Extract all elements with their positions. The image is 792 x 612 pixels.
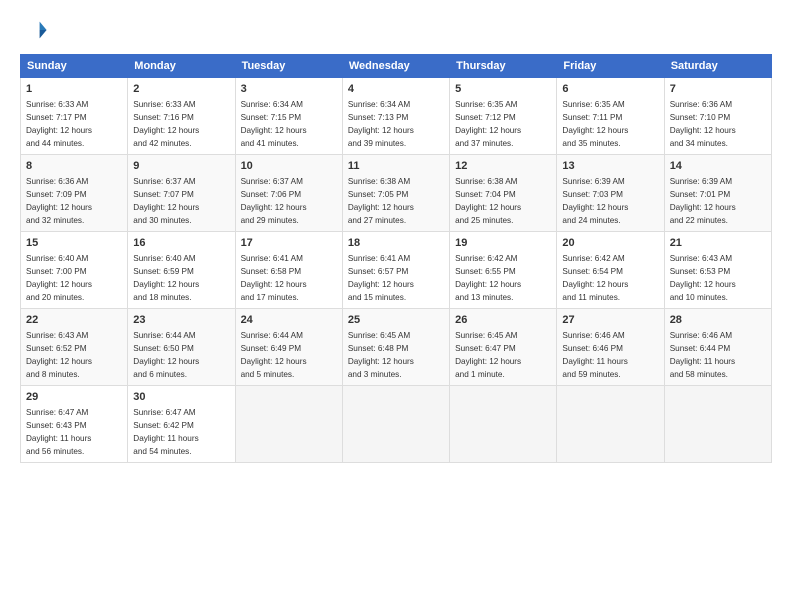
day-21: 21Sunrise: 6:43 AMSunset: 6:53 PMDayligh…: [664, 231, 771, 308]
day-27: 27Sunrise: 6:46 AMSunset: 6:46 PMDayligh…: [557, 308, 664, 385]
empty-cell: [557, 385, 664, 462]
day-15: 15Sunrise: 6:40 AMSunset: 7:00 PMDayligh…: [21, 231, 128, 308]
day-28: 28Sunrise: 6:46 AMSunset: 6:44 PMDayligh…: [664, 308, 771, 385]
day-20: 20Sunrise: 6:42 AMSunset: 6:54 PMDayligh…: [557, 231, 664, 308]
empty-cell: [664, 385, 771, 462]
header-row: SundayMondayTuesdayWednesdayThursdayFrid…: [21, 55, 772, 78]
header-cell-saturday: Saturday: [664, 55, 771, 78]
calendar-table: SundayMondayTuesdayWednesdayThursdayFrid…: [20, 54, 772, 463]
header-cell-thursday: Thursday: [450, 55, 557, 78]
empty-cell: [235, 385, 342, 462]
day-14: 14Sunrise: 6:39 AMSunset: 7:01 PMDayligh…: [664, 154, 771, 231]
empty-cell: [342, 385, 449, 462]
day-12: 12Sunrise: 6:38 AMSunset: 7:04 PMDayligh…: [450, 154, 557, 231]
day-29: 29Sunrise: 6:47 AMSunset: 6:43 PMDayligh…: [21, 385, 128, 462]
calendar-header: SundayMondayTuesdayWednesdayThursdayFrid…: [21, 55, 772, 78]
day-10: 10Sunrise: 6:37 AMSunset: 7:06 PMDayligh…: [235, 154, 342, 231]
day-18: 18Sunrise: 6:41 AMSunset: 6:57 PMDayligh…: [342, 231, 449, 308]
header-cell-monday: Monday: [128, 55, 235, 78]
header-cell-friday: Friday: [557, 55, 664, 78]
header-cell-sunday: Sunday: [21, 55, 128, 78]
day-1: 1Sunrise: 6:33 AMSunset: 7:17 PMDaylight…: [21, 78, 128, 155]
calendar-week-1: 1Sunrise: 6:33 AMSunset: 7:17 PMDaylight…: [21, 78, 772, 155]
day-19: 19Sunrise: 6:42 AMSunset: 6:55 PMDayligh…: [450, 231, 557, 308]
day-24: 24Sunrise: 6:44 AMSunset: 6:49 PMDayligh…: [235, 308, 342, 385]
day-2: 2Sunrise: 6:33 AMSunset: 7:16 PMDaylight…: [128, 78, 235, 155]
header: [20, 16, 772, 44]
day-6: 6Sunrise: 6:35 AMSunset: 7:11 PMDaylight…: [557, 78, 664, 155]
day-26: 26Sunrise: 6:45 AMSunset: 6:47 PMDayligh…: [450, 308, 557, 385]
day-7: 7Sunrise: 6:36 AMSunset: 7:10 PMDaylight…: [664, 78, 771, 155]
day-25: 25Sunrise: 6:45 AMSunset: 6:48 PMDayligh…: [342, 308, 449, 385]
calendar-week-3: 15Sunrise: 6:40 AMSunset: 7:00 PMDayligh…: [21, 231, 772, 308]
day-4: 4Sunrise: 6:34 AMSunset: 7:13 PMDaylight…: [342, 78, 449, 155]
page: SundayMondayTuesdayWednesdayThursdayFrid…: [0, 0, 792, 612]
calendar-body: 1Sunrise: 6:33 AMSunset: 7:17 PMDaylight…: [21, 78, 772, 463]
day-11: 11Sunrise: 6:38 AMSunset: 7:05 PMDayligh…: [342, 154, 449, 231]
day-13: 13Sunrise: 6:39 AMSunset: 7:03 PMDayligh…: [557, 154, 664, 231]
day-23: 23Sunrise: 6:44 AMSunset: 6:50 PMDayligh…: [128, 308, 235, 385]
day-16: 16Sunrise: 6:40 AMSunset: 6:59 PMDayligh…: [128, 231, 235, 308]
calendar-week-2: 8Sunrise: 6:36 AMSunset: 7:09 PMDaylight…: [21, 154, 772, 231]
day-17: 17Sunrise: 6:41 AMSunset: 6:58 PMDayligh…: [235, 231, 342, 308]
calendar-week-4: 22Sunrise: 6:43 AMSunset: 6:52 PMDayligh…: [21, 308, 772, 385]
day-5: 5Sunrise: 6:35 AMSunset: 7:12 PMDaylight…: [450, 78, 557, 155]
empty-cell: [450, 385, 557, 462]
logo: [20, 16, 50, 44]
day-9: 9Sunrise: 6:37 AMSunset: 7:07 PMDaylight…: [128, 154, 235, 231]
header-cell-wednesday: Wednesday: [342, 55, 449, 78]
logo-icon: [20, 16, 48, 44]
day-30: 30Sunrise: 6:47 AMSunset: 6:42 PMDayligh…: [128, 385, 235, 462]
day-8: 8Sunrise: 6:36 AMSunset: 7:09 PMDaylight…: [21, 154, 128, 231]
header-cell-tuesday: Tuesday: [235, 55, 342, 78]
calendar-week-5: 29Sunrise: 6:47 AMSunset: 6:43 PMDayligh…: [21, 385, 772, 462]
day-22: 22Sunrise: 6:43 AMSunset: 6:52 PMDayligh…: [21, 308, 128, 385]
day-3: 3Sunrise: 6:34 AMSunset: 7:15 PMDaylight…: [235, 78, 342, 155]
